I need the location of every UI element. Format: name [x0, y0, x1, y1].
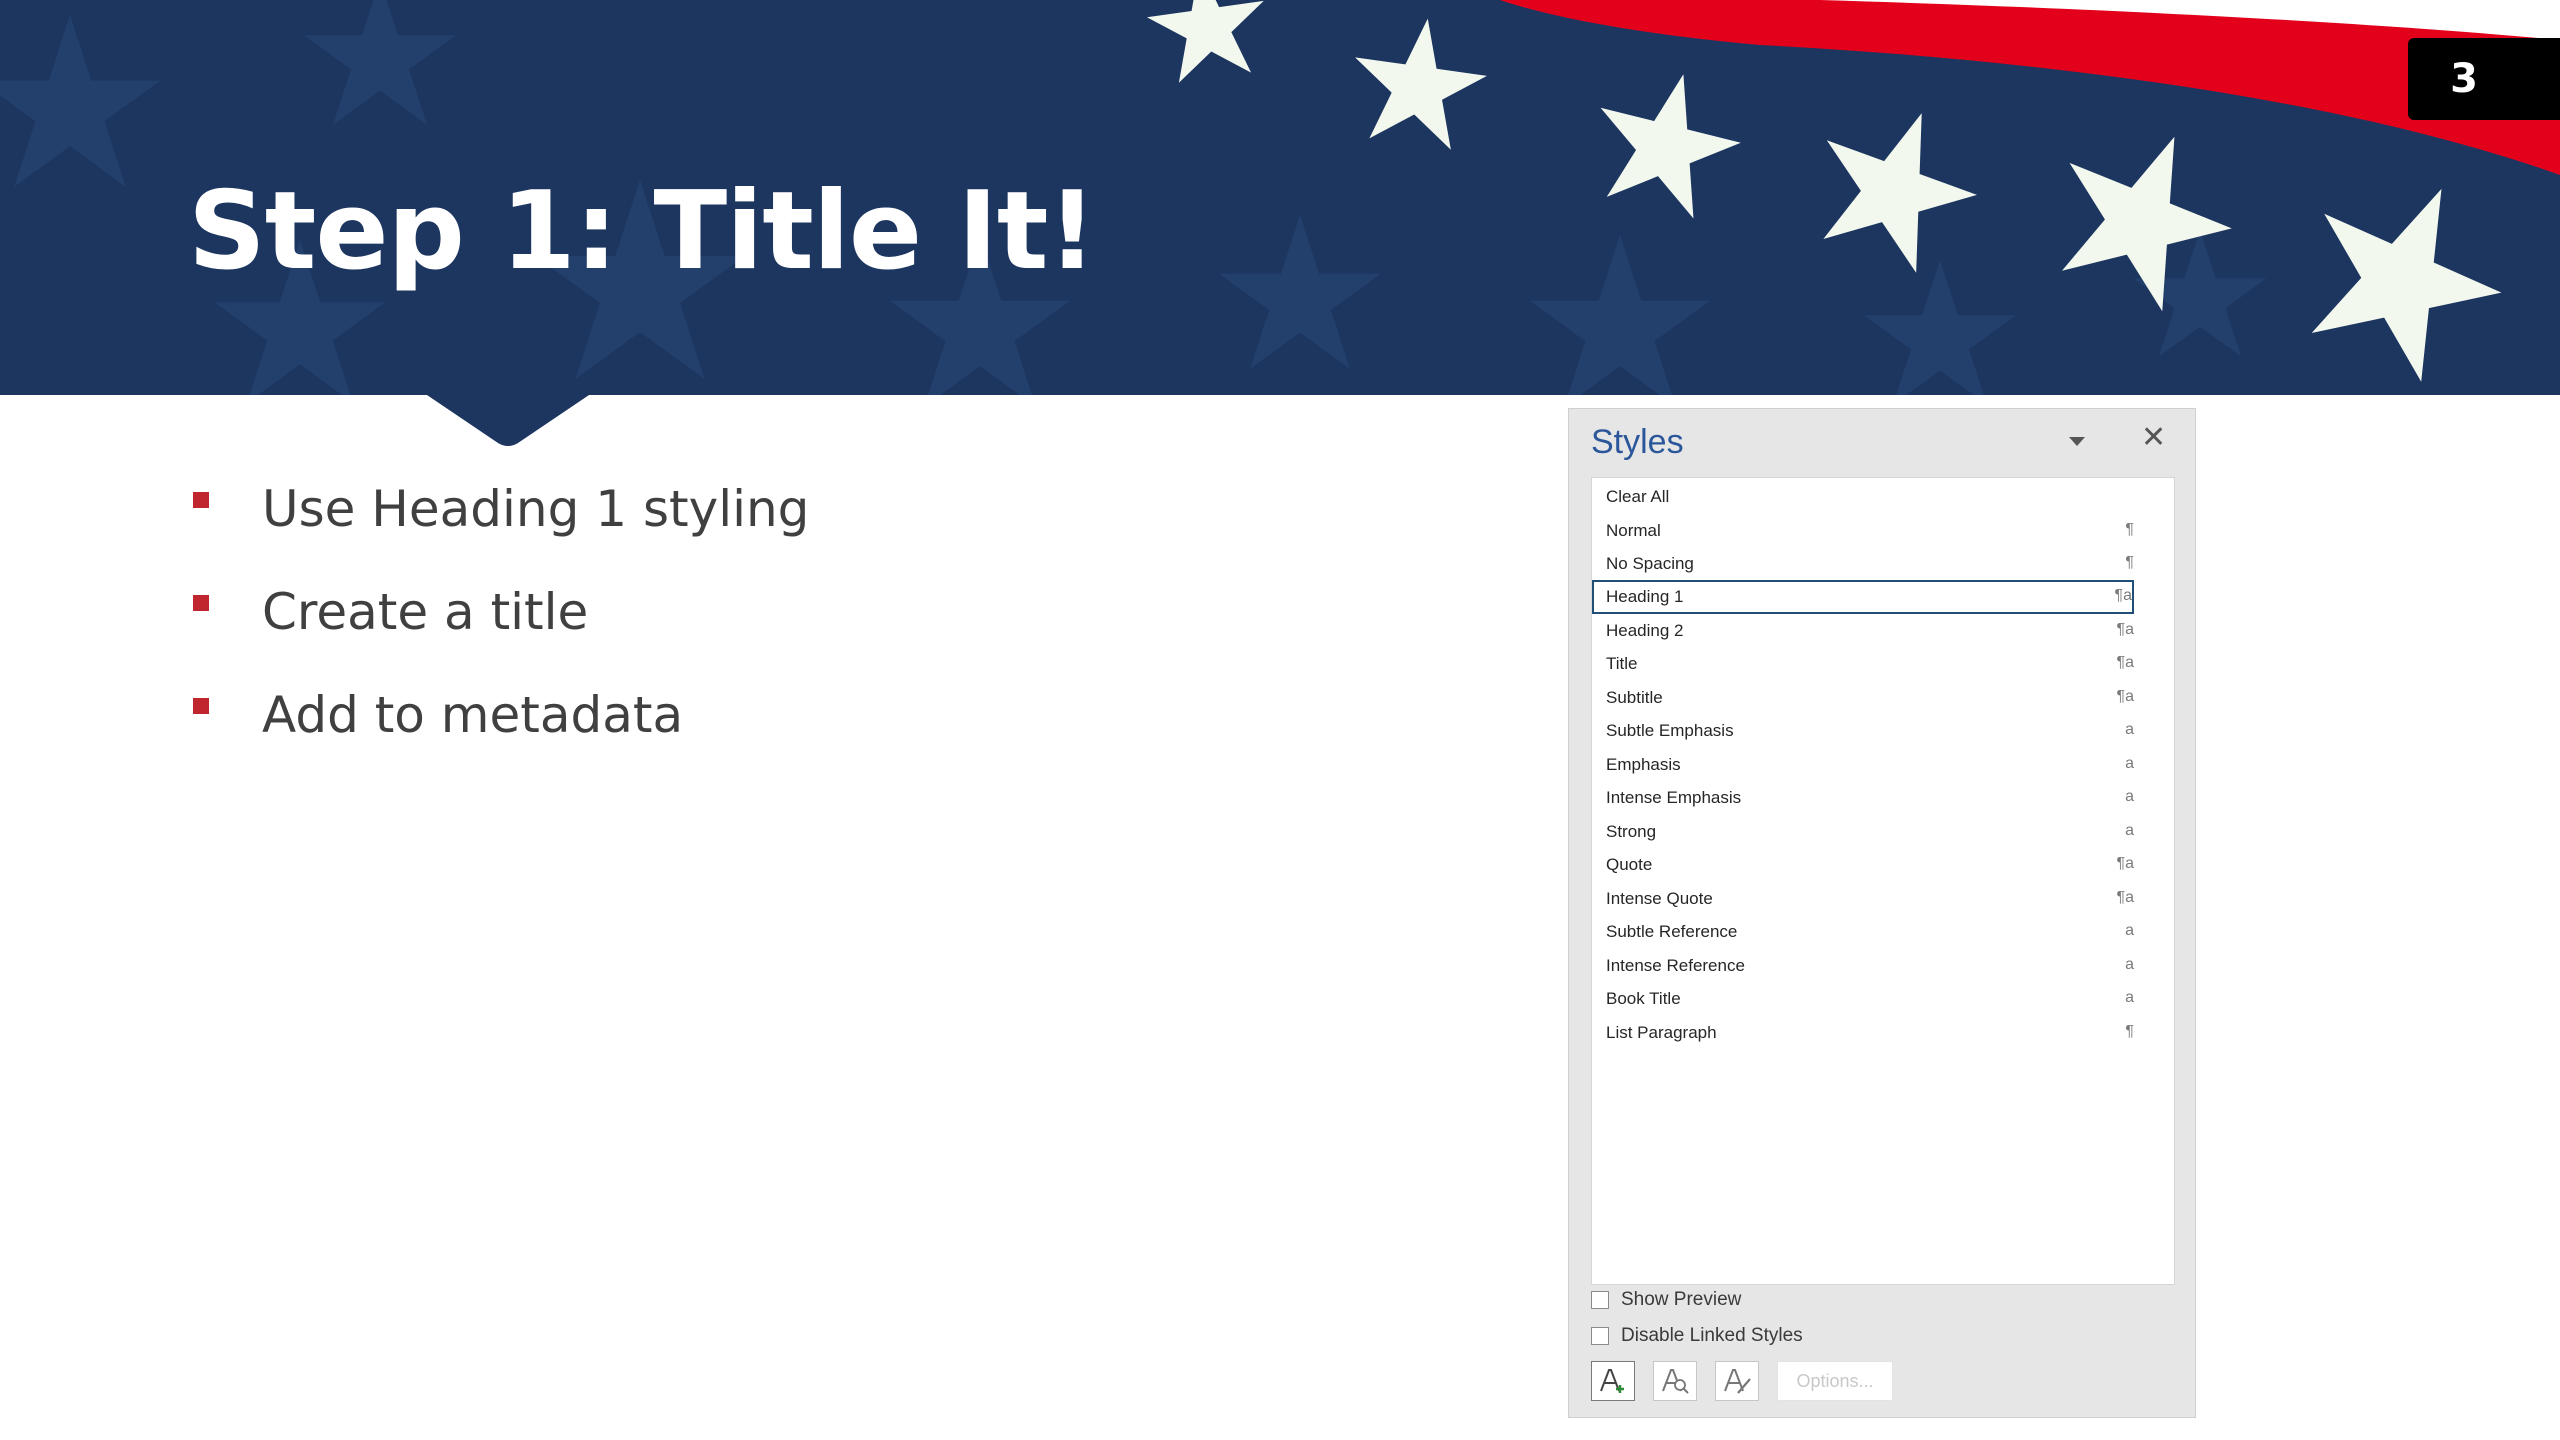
bullet-text: Add to metadata: [262, 686, 684, 744]
bullet-text: Create a title: [262, 583, 589, 641]
style-item-heading-2[interactable]: Heading 2 ¶a: [1592, 614, 2174, 648]
styles-pane: Styles ✕ Clear All Normal ¶ No Spacing ¶…: [1568, 408, 2196, 1418]
character-style-icon: a: [2125, 822, 2134, 839]
paragraph-mark-icon: ¶: [2125, 1023, 2134, 1040]
bullet-item: Create a title: [190, 573, 809, 676]
linked-style-icon: ¶a: [2116, 855, 2135, 872]
style-item-intense-reference[interactable]: Intense Reference a: [1592, 949, 2174, 983]
bullet-list: Use Heading 1 styling Create a title Add…: [190, 470, 809, 779]
linked-style-icon: ¶a: [2116, 621, 2135, 638]
chevron-down-icon[interactable]: [2069, 437, 2085, 446]
linked-style-icon: ¶a: [2116, 889, 2135, 906]
manage-styles-icon: [1724, 1369, 1751, 1394]
character-style-icon: a: [2125, 922, 2134, 939]
style-inspector-button[interactable]: [1653, 1361, 1697, 1401]
bullet-square-icon: [193, 492, 209, 508]
style-item-subtle-reference[interactable]: Subtle Reference a: [1592, 915, 2174, 949]
options-button[interactable]: Options...: [1777, 1361, 1893, 1401]
character-style-icon: a: [2125, 788, 2134, 805]
disable-linked-styles-checkbox[interactable]: [1591, 1327, 1609, 1345]
show-preview-label: Show Preview: [1621, 1289, 1742, 1310]
show-preview-checkbox[interactable]: [1591, 1291, 1609, 1309]
style-item-intense-quote[interactable]: Intense Quote ¶a: [1592, 882, 2174, 916]
style-gallery-list: Clear All Normal ¶ No Spacing ¶ Heading …: [1591, 477, 2175, 1285]
style-item-label: Title: [1606, 654, 1638, 673]
style-item-label: Quote: [1606, 855, 1653, 874]
character-style-icon: a: [2125, 755, 2134, 772]
bullet-item: Add to metadata: [190, 676, 809, 779]
manage-styles-button[interactable]: [1715, 1361, 1759, 1401]
banner-pointer: [424, 393, 592, 446]
paragraph-mark-icon: ¶: [2125, 554, 2134, 571]
style-item-label: Strong: [1606, 822, 1657, 841]
style-item-emphasis[interactable]: Emphasis a: [1592, 748, 2174, 782]
new-style-button[interactable]: [1591, 1361, 1635, 1401]
bullet-item: Use Heading 1 styling: [190, 470, 809, 573]
style-item-label: Heading 2: [1606, 621, 1684, 640]
bullet-text: Use Heading 1 styling: [262, 480, 810, 538]
style-item-normal[interactable]: Normal ¶: [1592, 514, 2174, 548]
style-item-label: Emphasis: [1606, 755, 1681, 774]
style-item-title[interactable]: Title ¶a: [1592, 647, 2174, 681]
style-item-label: Normal: [1606, 521, 1661, 540]
slide-number-badge: 3: [2408, 38, 2560, 120]
header-banner: Step 1: Title It! 3: [0, 0, 2560, 395]
style-item-label: Subtle Emphasis: [1606, 721, 1734, 740]
disable-linked-styles-label: Disable Linked Styles: [1621, 1325, 1803, 1346]
style-item-label: Intense Quote: [1606, 889, 1713, 908]
style-item-list-paragraph[interactable]: List Paragraph ¶: [1592, 1016, 2174, 1050]
character-style-icon: a: [2125, 989, 2134, 1006]
linked-style-icon: ¶a: [2114, 587, 2133, 604]
linked-style-icon: ¶a: [2116, 654, 2135, 671]
style-item-subtitle[interactable]: Subtitle ¶a: [1592, 681, 2174, 715]
style-item-label: No Spacing: [1606, 554, 1694, 573]
style-item-strong[interactable]: Strong a: [1592, 815, 2174, 849]
style-item-subtle-emphasis[interactable]: Subtle Emphasis a: [1592, 714, 2174, 748]
style-item-label: Subtitle: [1606, 688, 1663, 707]
character-style-icon: a: [2125, 721, 2134, 738]
style-item-label: Book Title: [1606, 989, 1681, 1008]
new-style-icon: [1600, 1369, 1624, 1393]
style-item-heading-1[interactable]: Heading 1 ¶a: [1592, 580, 2134, 614]
style-item-clear-all[interactable]: Clear All: [1592, 480, 2174, 514]
style-item-label: Intense Reference: [1606, 956, 1745, 975]
style-item-label: List Paragraph: [1606, 1023, 1717, 1042]
style-item-intense-emphasis[interactable]: Intense Emphasis a: [1592, 781, 2174, 815]
style-item-label: Intense Emphasis: [1606, 788, 1742, 807]
style-item-book-title[interactable]: Book Title a: [1592, 982, 2174, 1016]
character-style-icon: a: [2125, 956, 2134, 973]
slide-title: Step 1: Title It!: [188, 169, 1097, 294]
style-item-label: Heading 1: [1606, 587, 1684, 606]
style-item-label: Clear All: [1606, 487, 1670, 506]
linked-style-icon: ¶a: [2116, 688, 2135, 705]
style-item-no-spacing[interactable]: No Spacing ¶: [1592, 547, 2174, 581]
style-item-quote[interactable]: Quote ¶a: [1592, 848, 2174, 882]
style-inspector-icon: [1662, 1369, 1689, 1394]
style-item-label: Subtle Reference: [1606, 922, 1738, 941]
close-icon[interactable]: ✕: [2141, 423, 2166, 453]
styles-pane-title: Styles: [1591, 423, 1684, 461]
bullet-square-icon: [193, 698, 209, 714]
bullet-square-icon: [193, 595, 209, 611]
paragraph-mark-icon: ¶: [2125, 521, 2134, 538]
